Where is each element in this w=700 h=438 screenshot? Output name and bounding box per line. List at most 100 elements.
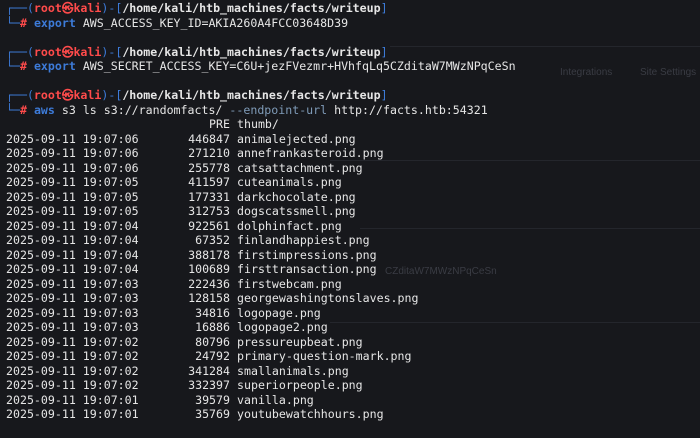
command-args: s3 ls s3://randomfacts/ [61, 102, 230, 117]
object-size: 446847 [188, 131, 230, 146]
object-date: 2025-09-11 19:07:01 [6, 407, 139, 421]
listing-row: 2025-09-11 19:07:06 271210 annefrankastero… [6, 146, 700, 161]
object-date: 2025-09-11 19:07:02 [6, 378, 139, 392]
object-name: firstwebcam.png [237, 276, 342, 291]
listing-row: 2025-09-11 19:07:02 341284 smallanimals.pn… [6, 364, 700, 379]
command-name: aws [33, 102, 55, 117]
object-name: vanilla.png [237, 392, 314, 407]
object-name: animalejected.png [237, 131, 356, 146]
object-date: 2025-09-11 19:07:02 [6, 349, 139, 363]
prompt-user: root [33, 44, 62, 59]
listing-row: 2025-09-11 19:07:05 312753 dogscatssmell.p… [6, 204, 700, 219]
listing-row: 2025-09-11 19:07:04 922561 dolphinfact.png [6, 219, 700, 234]
object-size: 34816 [195, 305, 230, 320]
object-size: 16886 [195, 320, 230, 334]
object-size: 39579 [195, 392, 230, 407]
object-name: cuteanimals.png [237, 175, 342, 189]
object-date: 2025-09-11 19:07:02 [6, 363, 139, 378]
object-size: 67352 [195, 233, 230, 247]
object-date: 2025-09-11 19:07:03 [6, 291, 139, 305]
prompt-line: ┌──(root㉿kali)-[/home/kali/htb_machines/… [6, 88, 388, 102]
terminal-window[interactable]: Integrations Site Settings CZditaW7MWzNP… [0, 0, 700, 438]
prompt-cwd: /home/kali/htb_machines/facts/writeup [122, 88, 381, 102]
listing-row: 2025-09-11 19:07:04 388178 firstimpression… [6, 248, 700, 263]
object-date: 2025-09-11 19:07:06 [6, 146, 139, 160]
object-size: 100689 [188, 262, 230, 276]
object-size: 388178 [188, 247, 230, 262]
command-args: AWS_ACCESS_KEY_ID=AKIA260A4FCC03648D39 [82, 15, 349, 30]
object-size: 922561 [188, 218, 230, 233]
object-name: pressureupbeat.png [237, 334, 363, 349]
prompt-user: root [33, 1, 62, 15]
pre-marker: PRE [209, 117, 230, 131]
object-size: 24792 [195, 349, 230, 363]
object-date: 2025-09-11 19:07:01 [6, 392, 139, 407]
object-size: 255778 [188, 160, 230, 175]
terminal-output: ┌──(root㉿kali)-[/home/kali/htb_machines/… [6, 1, 700, 422]
command-line: └─# export AWS_ACCESS_KEY_ID=AKIA260A4FC… [6, 15, 349, 30]
prompt-separator: ㉿ [61, 44, 74, 59]
object-name: catsattachment.png [237, 160, 363, 175]
object-date: 2025-09-11 19:07:04 [6, 218, 139, 233]
object-date: 2025-09-11 19:07:04 [6, 262, 139, 276]
listing-row: 2025-09-11 19:07:01 35769 youtubewatchhour… [6, 407, 700, 422]
object-name: darkchocolate.png [237, 189, 356, 204]
command-name: export [33, 59, 76, 73]
object-date: 2025-09-11 19:07:06 [6, 131, 139, 146]
prompt-separator: ㉿ [61, 1, 74, 15]
prefix-name: thumb/ [237, 117, 279, 131]
command-line: └─# export AWS_SECRET_ACCESS_KEY=C6U+jez… [6, 59, 516, 73]
prompt-host: kali [73, 1, 102, 15]
object-name: smallanimals.png [237, 363, 349, 378]
object-date: 2025-09-11 19:07:03 [6, 305, 139, 320]
listing-row: 2025-09-11 19:07:05 411597 cuteanimals.png [6, 175, 700, 190]
object-size: 411597 [188, 175, 230, 189]
listing-row: 2025-09-11 19:07:05 177331 darkchocolate.p… [6, 190, 700, 205]
command-url: http://facts.htb:54321 [327, 102, 488, 117]
object-date: 2025-09-11 19:07:04 [6, 233, 139, 247]
listing-row: 2025-09-11 19:07:03 16886 logopage2.png [6, 320, 700, 335]
listing-row: 2025-09-11 19:07:02 24792 primary-question… [6, 349, 700, 364]
object-size: 271210 [188, 146, 230, 160]
object-name: youtubewatchhours.png [237, 407, 384, 421]
object-size: 222436 [188, 276, 230, 291]
listing-row: 2025-09-11 19:07:03 222436 firstwebcam.png [6, 277, 700, 292]
listing-header: PRE thumb/ [6, 117, 700, 132]
listing-row: 2025-09-11 19:07:06 446847 animalejected.p… [6, 132, 700, 147]
object-name: finlandhappiest.png [237, 233, 370, 247]
object-name: dogscatssmell.png [237, 204, 356, 218]
object-date: 2025-09-11 19:07:05 [6, 175, 139, 189]
command-line: └─# aws s3 ls s3://randomfacts/ --endpoi… [6, 102, 488, 117]
prompt-cwd: /home/kali/htb_machines/facts/writeup [122, 1, 381, 15]
object-size: 312753 [188, 204, 230, 218]
prompt-separator: ㉿ [61, 88, 74, 102]
object-size: 128158 [188, 291, 230, 305]
listing-row: 2025-09-11 19:07:01 39579 vanilla.png [6, 393, 700, 408]
listing-row: 2025-09-11 19:07:06 255778 catsattachment.… [6, 161, 700, 176]
prompt-line: ┌──(root㉿kali)-[/home/kali/htb_machines/… [6, 1, 388, 15]
object-date: 2025-09-11 19:07:03 [6, 276, 139, 291]
object-name: georgewashingtonslaves.png [237, 291, 419, 305]
listing-row: 2025-09-11 19:07:04 100689 firsttransactio… [6, 262, 700, 277]
object-size: 80796 [195, 334, 230, 349]
object-date: 2025-09-11 19:07:05 [6, 204, 139, 218]
listing-row: 2025-09-11 19:07:02 80796 pressureupbeat.p… [6, 335, 700, 350]
object-date: 2025-09-11 19:07:04 [6, 247, 139, 262]
object-date: 2025-09-11 19:07:06 [6, 160, 139, 175]
object-name: annefrankasteroid.png [237, 146, 384, 160]
object-name: logopage.png [237, 305, 321, 320]
listing-row: 2025-09-11 19:07:03 34816 logopage.png [6, 306, 700, 321]
object-name: dolphinfact.png [237, 218, 342, 233]
object-date: 2025-09-11 19:07:03 [6, 320, 139, 334]
prompt-host: kali [73, 44, 102, 59]
object-name: firsttransaction.png [237, 262, 377, 276]
listing-row: 2025-09-11 19:07:03 128158 georgewashingto… [6, 291, 700, 306]
object-name: primary-question-mark.png [237, 349, 412, 363]
listing-row: 2025-09-11 19:07:04 67352 finlandhappiest.… [6, 233, 700, 248]
prompt-host: kali [73, 88, 102, 102]
object-size: 35769 [195, 407, 230, 421]
command-args: AWS_SECRET_ACCESS_KEY=C6U+jezFVezmr+HVhf… [82, 59, 516, 73]
listing-row: 2025-09-11 19:07:02 332397 superiorpeople.… [6, 378, 700, 393]
prompt-cwd: /home/kali/htb_machines/facts/writeup [122, 44, 381, 59]
listing-rows: 2025-09-11 19:07:06 446847 animalejected.p… [6, 132, 700, 422]
